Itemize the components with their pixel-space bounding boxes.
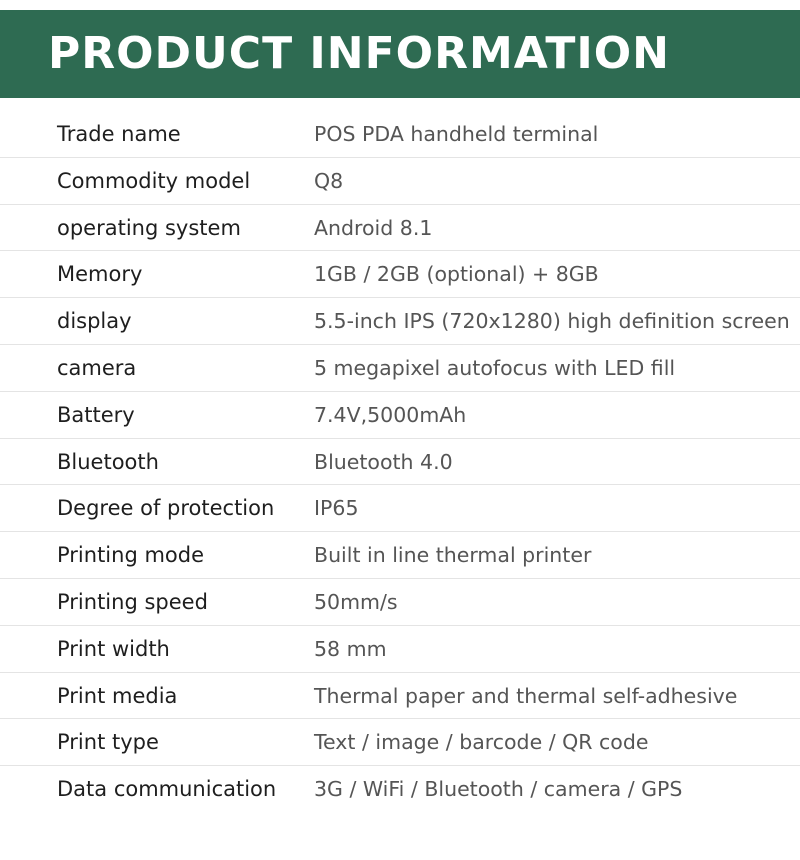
spec-label: Printing mode bbox=[57, 543, 205, 568]
spec-label: operating system bbox=[57, 215, 241, 240]
spec-label: display bbox=[57, 309, 132, 334]
spec-value: 50mm/s bbox=[314, 589, 398, 614]
spec-row-print-type: Print type Text / image / barcode / QR c… bbox=[0, 719, 800, 767]
spec-label: Memory bbox=[57, 262, 143, 287]
spec-label: Printing speed bbox=[57, 589, 208, 614]
spec-row-bluetooth: Bluetooth Bluetooth 4.0 bbox=[0, 439, 800, 486]
spec-value: Bluetooth 4.0 bbox=[314, 449, 453, 474]
spec-label: camera bbox=[57, 355, 137, 380]
spec-value: 58 mm bbox=[314, 636, 387, 661]
spec-row-data-communication: Data communication 3G / WiFi / Bluetooth… bbox=[0, 766, 800, 813]
spec-value: 7.4V,5000mAh bbox=[314, 402, 467, 427]
spec-table: Trade name POS PDA handheld terminal Com… bbox=[0, 111, 800, 813]
page-title: PRODUCT INFORMATION bbox=[48, 28, 670, 79]
spec-row-battery: Battery 7.4V,5000mAh bbox=[0, 392, 800, 439]
spec-label: Degree of protection bbox=[57, 496, 275, 521]
spec-value: 1GB / 2GB (optional) + 8GB bbox=[314, 262, 599, 287]
spec-label: Print media bbox=[57, 683, 178, 708]
header-banner: PRODUCT INFORMATION bbox=[0, 10, 800, 98]
spec-row-camera: camera 5 megapixel autofocus with LED fi… bbox=[0, 345, 800, 392]
spec-row-degree-of-protection: Degree of protection IP65 bbox=[0, 485, 800, 533]
spec-label: Print type bbox=[57, 730, 159, 755]
spec-value: Android 8.1 bbox=[314, 215, 433, 240]
spec-value: POS PDA handheld terminal bbox=[314, 122, 599, 146]
spec-label: Data communication bbox=[57, 777, 277, 802]
spec-row-memory: Memory 1GB / 2GB (optional) + 8GB bbox=[0, 251, 800, 299]
spec-value: Thermal paper and thermal self-adhesive bbox=[314, 683, 738, 708]
spec-label: Commodity model bbox=[57, 168, 251, 193]
spec-value: Text / image / barcode / QR code bbox=[314, 730, 649, 755]
spec-row-trade-name: Trade name POS PDA handheld terminal bbox=[0, 111, 800, 158]
spec-value: 5 megapixel autofocus with LED fill bbox=[314, 355, 676, 380]
spec-value: 5.5-inch IPS (720x1280) high definition … bbox=[314, 309, 790, 334]
spec-value: 3G / WiFi / Bluetooth / camera / GPS bbox=[314, 777, 683, 802]
spec-label: Battery bbox=[57, 402, 135, 427]
spec-value: IP65 bbox=[314, 496, 359, 521]
spec-value: Q8 bbox=[314, 168, 344, 193]
spec-row-printing-mode: Printing mode Built in line thermal prin… bbox=[0, 532, 800, 579]
spec-row-print-media: Print media Thermal paper and thermal se… bbox=[0, 673, 800, 720]
spec-label: Bluetooth bbox=[57, 449, 159, 474]
spec-row-display: display 5.5-inch IPS (720x1280) high def… bbox=[0, 298, 800, 345]
spec-value: Built in line thermal printer bbox=[314, 543, 592, 568]
spec-row-print-width: Print width 58 mm bbox=[0, 626, 800, 673]
spec-row-commodity-model: Commodity model Q8 bbox=[0, 158, 800, 205]
spec-row-printing-speed: Printing speed 50mm/s bbox=[0, 579, 800, 626]
spec-label: Trade name bbox=[57, 122, 181, 146]
spec-label: Print width bbox=[57, 636, 170, 661]
spec-row-operating-system: operating system Android 8.1 bbox=[0, 205, 800, 252]
